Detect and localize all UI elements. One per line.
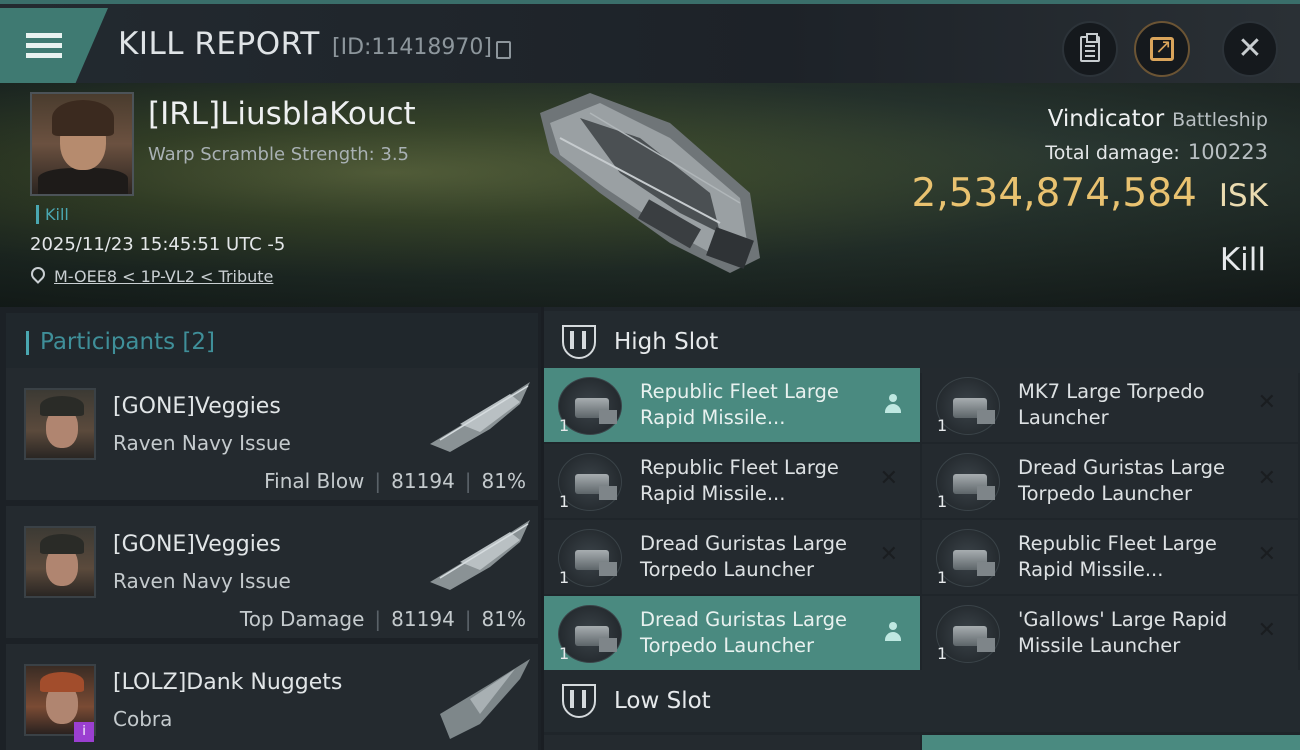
module-name: Republic Fleet Large Rapid Missile... [1018, 532, 1217, 581]
participants-header[interactable]: Participants [2] [6, 313, 538, 372]
module-name: Dread Guristas Large Torpedo Launcher [640, 532, 848, 581]
hamburger-icon [26, 28, 62, 63]
module-name: Dread Guristas Large Torpedo Launcher [640, 608, 848, 657]
module-name: MK7 Large Torpedo Launcher [1018, 380, 1205, 429]
participant-stats: Final Blow | 81194 | 81% [264, 469, 526, 493]
module-slot[interactable]: 1 Dread Guristas Large Torpedo Launcher [544, 596, 920, 670]
share-icon [1150, 34, 1174, 61]
participant-row[interactable]: i [LOLZ]Dank Nuggets Cobra [6, 644, 538, 750]
participant-ship-image [440, 659, 530, 739]
close-button[interactable]: ✕ [1222, 21, 1278, 77]
high-slot-label: High Slot [614, 329, 719, 355]
total-damage: Total damage: 100223 [1045, 140, 1268, 164]
person-icon [885, 622, 901, 642]
participant-row[interactable]: [GONE]Veggies Raven Navy Issue Top Damag… [6, 506, 538, 638]
participant-ship-image [430, 520, 530, 590]
module-quantity: 1 [937, 644, 948, 663]
module-slot[interactable]: 1 Dread Guristas Large Torpedo Launcher ✕ [544, 520, 920, 594]
participants-panel[interactable]: Participants [2] [GONE]Veggies Raven Nav… [0, 307, 541, 750]
low-slot-header: Low Slot [544, 670, 1300, 732]
participant-ship: Cobra [113, 707, 173, 731]
high-slot-header: High Slot [544, 311, 1300, 373]
module-slot[interactable]: 1 Dread Guristas Large Torpedo Launcher ✕ [922, 444, 1298, 518]
module-slot[interactable]: 1 Republic Fleet Large Rapid Missile... ✕ [922, 520, 1298, 594]
module-quantity: 1 [559, 416, 570, 435]
clipboard-icon [1080, 33, 1100, 62]
participant-name: [LOLZ]Dank Nuggets [113, 670, 343, 695]
person-icon [885, 394, 901, 414]
destroyed-x-icon: ✕ [879, 466, 898, 491]
participant-name: [GONE]Veggies [113, 394, 281, 419]
participants-count: [2] [182, 329, 216, 355]
kill-tag: Kill [36, 205, 69, 224]
module-quantity: 1 [937, 416, 948, 435]
report-id: [ID:11418970] [332, 35, 492, 60]
victim-ship-image[interactable] [520, 83, 780, 303]
isk-value: 2,534,874,584 ISK [911, 171, 1268, 216]
participant-row[interactable]: [GONE]Veggies Raven Navy Issue Final Blo… [6, 368, 538, 500]
module-name: 'Gallows' Large Rapid Missile Launcher [1018, 608, 1228, 657]
victim-hero: [IRL]LiusblaKouct Warp Scramble Strength… [0, 83, 1300, 307]
participant-portrait[interactable] [24, 388, 96, 460]
victim-portrait[interactable] [30, 92, 134, 196]
module-slot[interactable] [922, 735, 1300, 750]
module-slot[interactable]: 1 Republic Fleet Large Rapid Missile... [544, 368, 920, 442]
low-slot-label: Low Slot [614, 688, 711, 714]
kill-datetime: 2025/11/23 15:45:51 UTC -5 [30, 234, 286, 255]
participant-ship: Raven Navy Issue [113, 569, 291, 593]
page-title: KILL REPORT [118, 26, 320, 62]
module-quantity: 1 [559, 644, 570, 663]
participant-name: [GONE]Veggies [113, 532, 281, 557]
module-slot[interactable] [544, 735, 920, 750]
kill-result: Kill [1219, 242, 1266, 278]
destroyed-x-icon: ✕ [879, 542, 898, 567]
participant-portrait[interactable] [24, 526, 96, 598]
fitting-panel[interactable]: High Slot 1 Republic Fleet Large Rapid Mi… [544, 307, 1300, 750]
kill-location-link[interactable]: M-OEE8 < 1P-VL2 < Tribute [54, 267, 273, 286]
module-slot[interactable]: 1 Republic Fleet Large Rapid Missile... ✕ [544, 444, 920, 518]
module-quantity: 1 [937, 492, 948, 511]
destroyed-x-icon: ✕ [1257, 390, 1276, 415]
victim-name[interactable]: [IRL]LiusblaKouct [148, 96, 416, 132]
participant-ship: Raven Navy Issue [113, 431, 291, 455]
menu-button[interactable] [0, 8, 108, 83]
participants-label: Participants [40, 329, 176, 355]
destroyed-x-icon: ✕ [1257, 618, 1276, 643]
module-quantity: 1 [559, 568, 570, 587]
module-slot[interactable]: 1 'Gallows' Large Rapid Missile Launcher … [922, 596, 1298, 670]
clipboard-button[interactable] [1062, 21, 1118, 77]
participant-stats: Top Damage | 81194 | 81% [239, 607, 526, 631]
high-slot-icon [562, 325, 596, 359]
victim-ship-name[interactable]: Vindicator Battleship [1048, 106, 1268, 132]
destroyed-x-icon: ✕ [1257, 466, 1276, 491]
share-button[interactable] [1134, 21, 1190, 77]
warp-scramble-strength: Warp Scramble Strength: 3.5 [148, 144, 410, 165]
header-bar: KILL REPORT [ID:11418970] ✕ [0, 0, 1300, 83]
module-slot[interactable]: 1 MK7 Large Torpedo Launcher ✕ [922, 368, 1298, 442]
module-name: Dread Guristas Large Torpedo Launcher [1018, 456, 1226, 505]
module-quantity: 1 [937, 568, 948, 587]
module-name: Republic Fleet Large Rapid Missile... [640, 456, 839, 505]
destroyed-x-icon: ✕ [1257, 542, 1276, 567]
module-quantity: 1 [559, 492, 570, 511]
close-icon: ✕ [1237, 31, 1263, 66]
participant-ship-image [430, 382, 530, 452]
module-name: Republic Fleet Large Rapid Missile... [640, 380, 839, 429]
copy-icon[interactable] [496, 41, 511, 59]
low-slot-icon [562, 684, 596, 718]
location-pin-icon [28, 264, 48, 284]
info-badge: i [74, 722, 94, 742]
